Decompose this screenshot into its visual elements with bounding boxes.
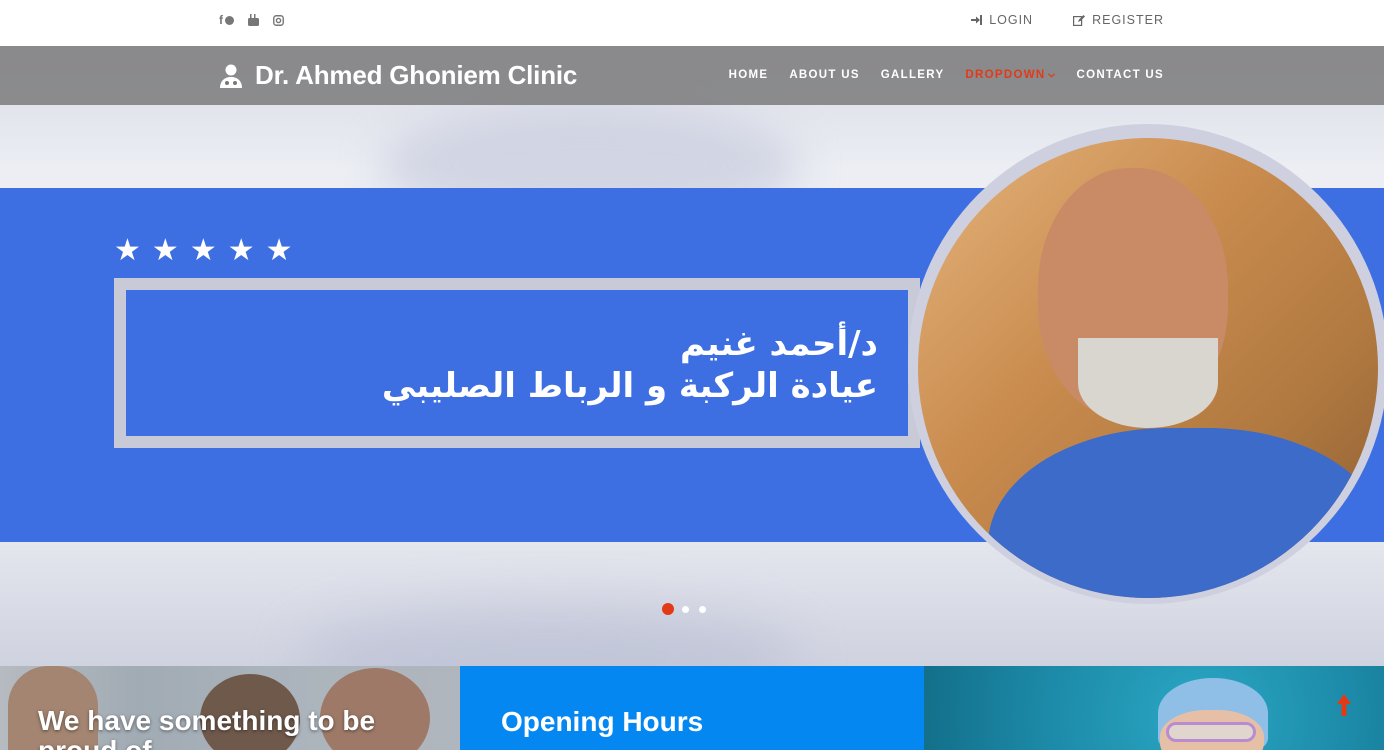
hero-doctor-name: د/أحمد غنيم	[680, 324, 878, 364]
star-icon: ★	[189, 234, 217, 267]
nav-contact-us[interactable]: CONTACT US	[1076, 69, 1164, 81]
nurse-goggles	[1166, 722, 1256, 742]
star-icon: ★	[265, 234, 293, 267]
opening-hours-title: Opening Hours	[501, 706, 704, 737]
brand[interactable]: Dr. Ahmed Ghoniem Clinic	[219, 60, 577, 91]
chevron-down-icon	[1048, 72, 1056, 78]
rating-stars: ★ ★ ★ ★ ★	[114, 236, 293, 266]
top-utility-bar: f LOGIN REGISTER	[0, 0, 1384, 46]
main-navbar: Dr. Ahmed Ghoniem Clinic HOME ABOUT US G…	[0, 46, 1384, 105]
portrait-shirt	[988, 428, 1378, 598]
panel-opening-hours: Opening Hours	[460, 666, 924, 750]
background-haze	[300, 606, 800, 666]
nav-gallery[interactable]: GALLERY	[881, 69, 945, 81]
nav-dropdown[interactable]: DROPDOWN	[965, 69, 1056, 81]
panel-proud-title: We have something to be proud of	[38, 705, 376, 750]
star-icon: ★	[114, 234, 141, 267]
auth-links: LOGIN REGISTER	[971, 13, 1164, 27]
register-link[interactable]: REGISTER	[1073, 13, 1164, 27]
login-link[interactable]: LOGIN	[971, 13, 1033, 27]
hero-slider[interactable]: ★ ★ ★ ★ ★ د/أحمد غنيم عيادة الركبة و الر…	[0, 46, 1384, 666]
nav-about-us[interactable]: ABOUT US	[789, 69, 859, 81]
brand-title: Dr. Ahmed Ghoniem Clinic	[255, 60, 578, 90]
instagram-icon[interactable]	[273, 14, 284, 26]
slider-dot-2[interactable]	[679, 603, 691, 615]
slider-dot-1[interactable]	[662, 603, 674, 615]
primary-nav: HOME ABOUT US GALLERY DROPDOWN CONTACT U…	[729, 69, 1164, 81]
sign-in-icon	[971, 15, 983, 25]
register-label: REGISTER	[1092, 13, 1164, 27]
slider-pagination	[662, 603, 708, 615]
doctor-portrait	[918, 138, 1378, 598]
star-icon: ★	[227, 234, 255, 267]
youtube-icon[interactable]	[248, 14, 259, 26]
login-label: LOGIN	[989, 13, 1034, 27]
portrait-beard	[1078, 338, 1218, 428]
facebook-messenger-icon[interactable]: f	[219, 13, 234, 27]
nav-home[interactable]: HOME	[729, 69, 769, 81]
panel-proud: We have something to be proud of	[0, 666, 460, 750]
scroll-to-top-icon[interactable]	[1336, 694, 1352, 716]
panel-nurse-photo	[924, 666, 1384, 750]
hero-clinic-specialty: عيادة الركبة و الرباط الصليبي	[381, 366, 878, 406]
social-links: f	[219, 13, 284, 27]
slider-dot-3[interactable]	[696, 603, 708, 615]
star-icon: ★	[151, 234, 179, 267]
doctor-icon	[220, 64, 242, 88]
nav-dropdown-label: DROPDOWN	[965, 69, 1046, 81]
edit-icon	[1073, 14, 1086, 26]
